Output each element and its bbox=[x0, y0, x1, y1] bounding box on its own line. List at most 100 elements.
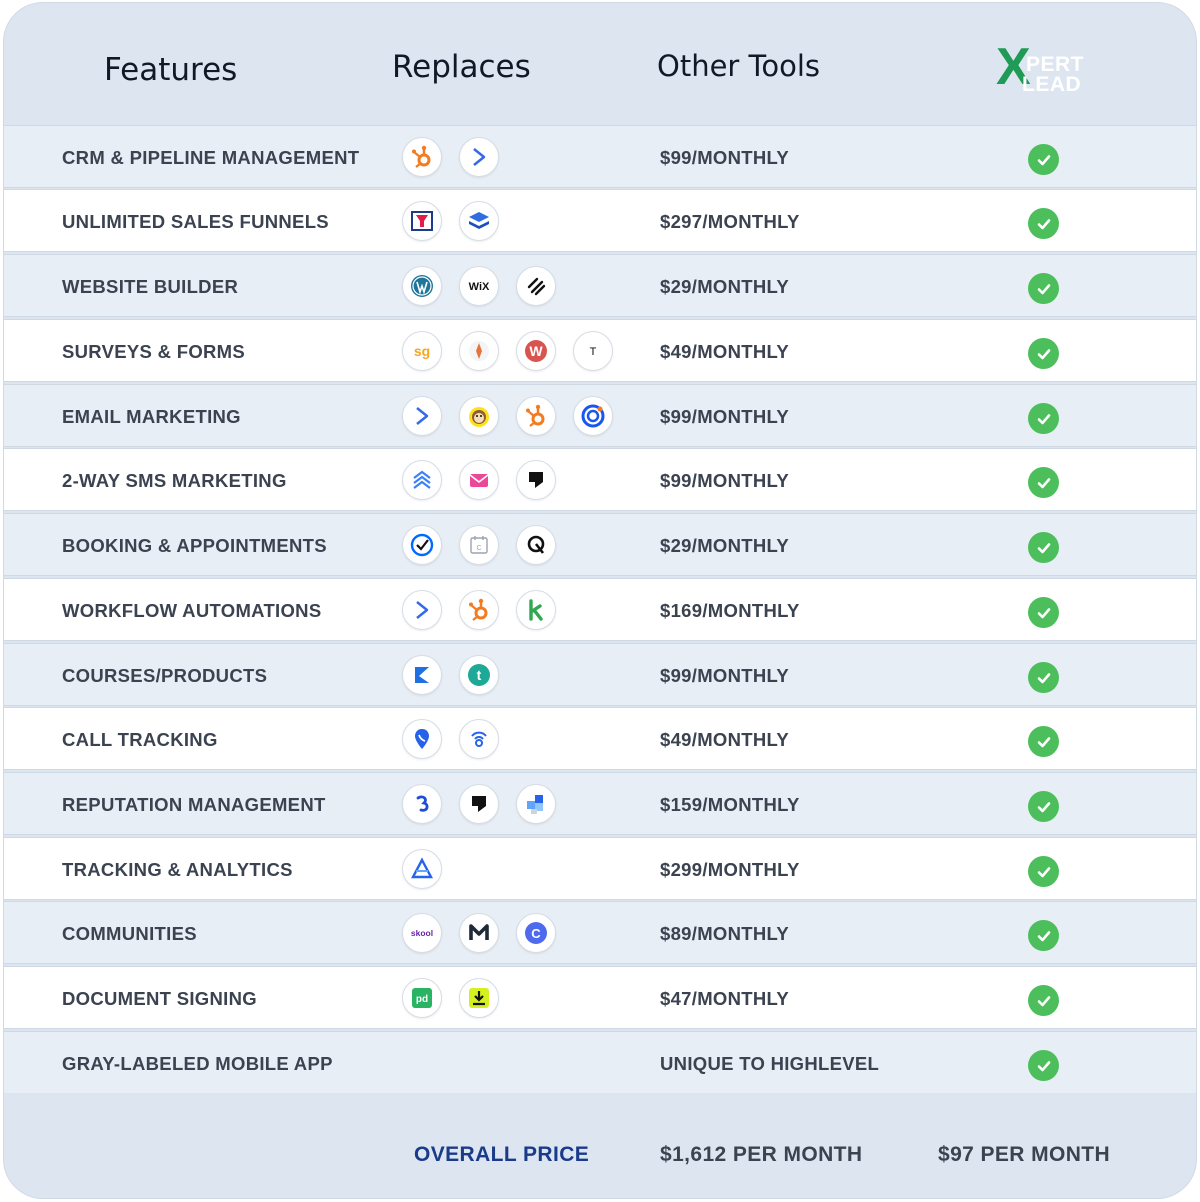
other-tools-price: $99/MONTHLY bbox=[660, 470, 790, 491]
table-row: CALL TRACKING $49/MONTHLY bbox=[4, 707, 1196, 770]
feature-label: REPUTATION MANAGEMENT bbox=[62, 794, 326, 815]
replaced-tools bbox=[402, 396, 613, 436]
other-tools-price: $169/MONTHLY bbox=[660, 600, 800, 621]
replaced-tools bbox=[402, 590, 556, 630]
svg-text:C: C bbox=[531, 926, 541, 941]
replaced-tools: sg W T bbox=[402, 331, 613, 371]
table-row: CRM & PIPELINE MANAGEMENT $99/MONTHLY bbox=[4, 125, 1196, 188]
header-replaces: Replaces bbox=[392, 49, 531, 85]
header-features: Features bbox=[104, 52, 238, 88]
wufoo-icon: W bbox=[516, 331, 556, 371]
feature-label: SURVEYS & FORMS bbox=[62, 341, 246, 362]
replaced-tools: C bbox=[402, 525, 556, 565]
svg-text:t: t bbox=[477, 667, 482, 683]
layers-icon bbox=[459, 201, 499, 241]
compass-icon bbox=[459, 331, 499, 371]
feature-label: BOOKING & APPOINTMENTS bbox=[62, 535, 327, 556]
replaced-tools bbox=[402, 137, 499, 177]
check-icon bbox=[1028, 403, 1059, 434]
svg-text:pd: pd bbox=[416, 994, 428, 1005]
replaced-tools: pd bbox=[402, 978, 499, 1018]
hubspot-icon bbox=[402, 137, 442, 177]
check-icon bbox=[1028, 144, 1059, 175]
other-tools-price: $89/MONTHLY bbox=[660, 923, 790, 944]
circle-icon: C bbox=[516, 913, 556, 953]
comparison-card: Features Replaces Other Tools X PERT LEA… bbox=[3, 2, 1197, 1199]
other-tools-price: $47/MONTHLY bbox=[660, 988, 790, 1009]
feature-label: CRM & PIPELINE MANAGEMENT bbox=[62, 147, 360, 168]
signal-icon bbox=[459, 719, 499, 759]
feature-label: COURSES/PRODUCTS bbox=[62, 665, 268, 686]
callrail-icon bbox=[402, 719, 442, 759]
table-row: GRAY-LABELED MOBILE APP UNIQUE TO HIGHLEV… bbox=[4, 1031, 1196, 1094]
replaced-tools bbox=[402, 784, 556, 824]
keap-icon bbox=[516, 590, 556, 630]
table-row: REPUTATION MANAGEMENT $159/MONTHLY bbox=[4, 772, 1196, 835]
kajabi-icon bbox=[402, 655, 442, 695]
xpertlead-logo: X PERT LEAD bbox=[996, 38, 1096, 99]
svg-text:C: C bbox=[476, 545, 481, 552]
other-tools-price: $99/MONTHLY bbox=[660, 665, 790, 686]
mailchimp-icon bbox=[459, 396, 499, 436]
check-icon bbox=[1028, 791, 1059, 822]
table-header: Features Replaces Other Tools X PERT LEA… bbox=[4, 3, 1196, 123]
other-tools-price: $49/MONTHLY bbox=[660, 729, 790, 750]
table-row: UNLIMITED SALES FUNNELS $297/MONTHLY bbox=[4, 189, 1196, 252]
check-icon bbox=[1028, 273, 1059, 304]
activecampaign-icon bbox=[402, 396, 442, 436]
typeform-icon: T bbox=[573, 331, 613, 371]
surveygizmo-icon: sg bbox=[402, 331, 442, 371]
other-tools-total: $1,612 PER MONTH bbox=[660, 1143, 863, 1166]
table-row: SURVEYS & FORMS sg W T $49/MONTHLY bbox=[4, 319, 1196, 382]
svg-text:skool: skool bbox=[411, 928, 433, 938]
table-row: TRACKING & ANALYTICS $299/MONTHLY bbox=[4, 837, 1196, 900]
table-row: WORKFLOW AUTOMATIONS $169/MONTHLY bbox=[4, 578, 1196, 641]
acuity-icon bbox=[516, 525, 556, 565]
analytics-icon bbox=[402, 849, 442, 889]
calendar-icon: C bbox=[459, 525, 499, 565]
activecampaign-icon bbox=[402, 590, 442, 630]
teachable-icon: t bbox=[459, 655, 499, 695]
table-footer: OVERALL PRICE $1,612 PER MONTH $97 PER M… bbox=[4, 1093, 1196, 1198]
replaced-tools bbox=[402, 849, 442, 889]
replaced-tools: skool C bbox=[402, 913, 556, 953]
check-icon bbox=[1028, 208, 1059, 239]
envelope-icon bbox=[459, 460, 499, 500]
table-row: COMMUNITIES skool C $89/MONTHLY bbox=[4, 901, 1196, 964]
replaced-tools bbox=[402, 719, 499, 759]
feature-label: TRACKING & ANALYTICS bbox=[62, 859, 293, 880]
other-tools-price: $49/MONTHLY bbox=[660, 341, 790, 362]
replaced-tools bbox=[402, 201, 499, 241]
feature-label: 2-WAY SMS MARKETING bbox=[62, 470, 287, 491]
waves-icon bbox=[402, 460, 442, 500]
other-tools-price: $99/MONTHLY bbox=[660, 406, 790, 427]
other-tools-price: $299/MONTHLY bbox=[660, 859, 800, 880]
table-row: EMAIL MARKETING $99/MONTHLY bbox=[4, 384, 1196, 447]
feature-label: WORKFLOW AUTOMATIONS bbox=[62, 600, 322, 621]
check-icon bbox=[1028, 597, 1059, 628]
other-tools-price: $297/MONTHLY bbox=[660, 211, 800, 232]
table-row: BOOKING & APPOINTMENTS C $29/MONTHLY bbox=[4, 513, 1196, 576]
calendly-icon bbox=[402, 525, 442, 565]
mighty-icon bbox=[459, 913, 499, 953]
squarespace-icon bbox=[516, 266, 556, 306]
header-other-tools: Other Tools bbox=[657, 49, 820, 83]
feature-label: UNLIMITED SALES FUNNELS bbox=[62, 211, 329, 232]
check-icon bbox=[1028, 662, 1059, 693]
birdeye-icon bbox=[402, 784, 442, 824]
other-tools-price: $29/MONTHLY bbox=[660, 535, 790, 556]
podium-icon bbox=[516, 460, 556, 500]
wix-icon: WiX bbox=[459, 266, 499, 306]
clickfunnels-icon bbox=[402, 201, 442, 241]
table-row: COURSES/PRODUCTS t $99/MONTHLY bbox=[4, 643, 1196, 706]
svg-text:W: W bbox=[529, 343, 543, 359]
other-tools-price: $29/MONTHLY bbox=[660, 276, 790, 297]
feature-label: COMMUNITIES bbox=[62, 923, 197, 944]
our-price-total: $97 PER MONTH bbox=[938, 1143, 1111, 1166]
hubspot-icon bbox=[459, 590, 499, 630]
feature-label: CALL TRACKING bbox=[62, 729, 218, 750]
feature-label: EMAIL MARKETING bbox=[62, 406, 241, 427]
check-icon bbox=[1028, 532, 1059, 563]
feature-label: WEBSITE BUILDER bbox=[62, 276, 239, 297]
other-tools-price: $99/MONTHLY bbox=[660, 147, 790, 168]
